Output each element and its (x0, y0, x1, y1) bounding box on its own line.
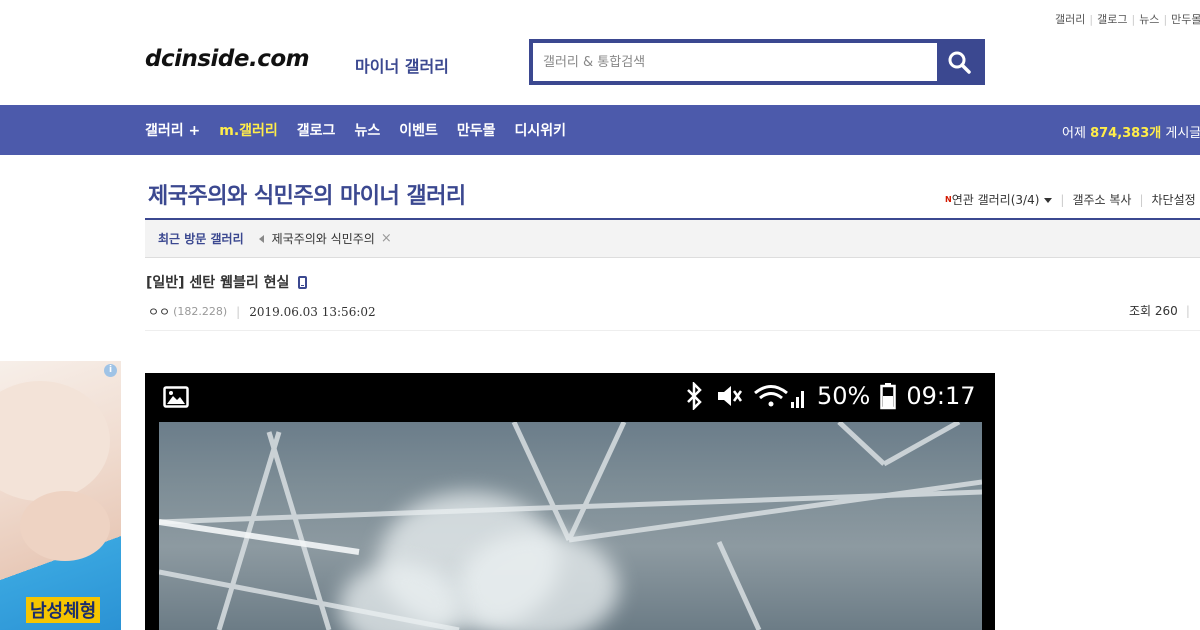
related-gallery-label: 연관 갤러리(3/4) (951, 193, 1040, 207)
post-count-stat: 어제 874,383개 게시글 (1062, 122, 1200, 141)
battery-icon (880, 383, 897, 410)
nav-item-mgallery[interactable]: m.갤러리 (219, 120, 278, 140)
main-navbar: 갤러리 + m.갤러리 갤로그 뉴스 이벤트 만두몰 디시위키 어제 874,3… (0, 105, 1200, 155)
copy-url-button[interactable]: 갤주소 복사 (1072, 191, 1131, 208)
nav-item-event[interactable]: 이벤트 (399, 120, 438, 140)
ad-image (0, 381, 110, 501)
post-date: 2019.06.03 13:56:02 (249, 304, 376, 319)
block-settings-button[interactable]: 차단설정 (1152, 191, 1196, 208)
nav-menu: 갤러리 + m.갤러리 갤로그 뉴스 이벤트 만두몰 디시위키 (145, 105, 566, 155)
stat-prefix: 어제 (1062, 126, 1091, 141)
stadium-photo (159, 422, 982, 630)
divider: | (1131, 13, 1136, 26)
logo-subtitle[interactable]: 마이너 갤러리 (355, 53, 449, 77)
nav-item-gallog[interactable]: 갤로그 (297, 120, 336, 140)
mute-icon (718, 386, 743, 406)
ad-info-icon[interactable]: i (104, 364, 117, 377)
ad-image-detail (20, 491, 110, 561)
stat-suffix: 게시글 (1161, 126, 1200, 141)
views-label: 조회 260 (1129, 304, 1178, 318)
post-views: 조회 260 | (1129, 302, 1198, 319)
caret-down-icon (1044, 198, 1053, 203)
divider: | (1185, 304, 1190, 318)
wifi-signal-icon (754, 385, 804, 408)
recent-gallery-item[interactable]: 제국주의와 식민주의 (272, 230, 375, 247)
stat-value: 874,383개 (1090, 126, 1162, 141)
related-gallery-button[interactable]: 연관 갤러리(3/4) (952, 191, 1053, 208)
new-badge: N (945, 195, 952, 204)
nav-item-news[interactable]: 뉴스 (354, 120, 380, 140)
top-link-news[interactable]: 뉴스 (1139, 13, 1159, 26)
divider: | (236, 304, 241, 319)
search-icon (948, 51, 971, 74)
top-link-gallog[interactable]: 갤로그 (1097, 13, 1127, 26)
top-link-mall[interactable]: 만두몰 (1171, 13, 1200, 26)
site-logo[interactable]: dcinside.com (145, 46, 310, 72)
search-button[interactable] (937, 43, 981, 81)
recent-gallery-bar: 최근 방문 갤러리 제국주의와 식민주의 × (145, 220, 1200, 258)
ad-text: 남성체형 (26, 597, 101, 623)
top-link-gallery[interactable]: 갤러리 (1055, 13, 1085, 26)
nav-item-mall[interactable]: 만두몰 (457, 120, 496, 140)
clock-time: 09:17 (906, 382, 976, 410)
battery-percent: 50% (817, 382, 871, 410)
gallery-tools: N 연관 갤러리(3/4) | 갤주소 복사 | 차단설정 (945, 191, 1196, 208)
post-author[interactable]: ㅇㅇ (148, 303, 170, 320)
search-input[interactable] (533, 43, 937, 81)
image-icon (163, 386, 189, 408)
search-box (529, 39, 985, 85)
divider: | (1139, 192, 1144, 207)
recent-label: 최근 방문 갤러리 (158, 232, 244, 246)
divider: | (1089, 13, 1094, 26)
left-arrow-icon[interactable] (258, 234, 264, 243)
post-meta: ㅇㅇ (182.228) | 2019.06.03 13:56:02 (148, 303, 376, 320)
nav-item-wiki[interactable]: 디시위키 (514, 120, 566, 140)
gallery-title[interactable]: 제국주의와 식민주의 마이너 갤러리 (148, 178, 466, 210)
top-links: 갤러리 | 갤로그 | 뉴스 | 만두몰 (1055, 11, 1200, 27)
side-ad[interactable]: i 남성체형 (0, 361, 121, 630)
phone-status-bar: 50% 09:17 (145, 373, 995, 422)
post-ip: (182.228) (173, 305, 228, 318)
meta-divider (145, 330, 1200, 331)
divider: | (1163, 13, 1168, 26)
post-title-text: [일반] 센탄 웸블리 현실 (146, 275, 290, 291)
nav-item-gallery[interactable]: 갤러리 + (145, 120, 200, 140)
close-icon[interactable]: × (381, 231, 392, 246)
divider: | (1060, 192, 1065, 207)
post-title: [일반] 센탄 웸블리 현실 (146, 272, 308, 292)
bluetooth-icon (687, 382, 702, 410)
post-image[interactable]: 50% 09:17 (145, 373, 995, 630)
mobile-icon (298, 275, 308, 289)
status-icons: 50% 09:17 (683, 382, 976, 410)
